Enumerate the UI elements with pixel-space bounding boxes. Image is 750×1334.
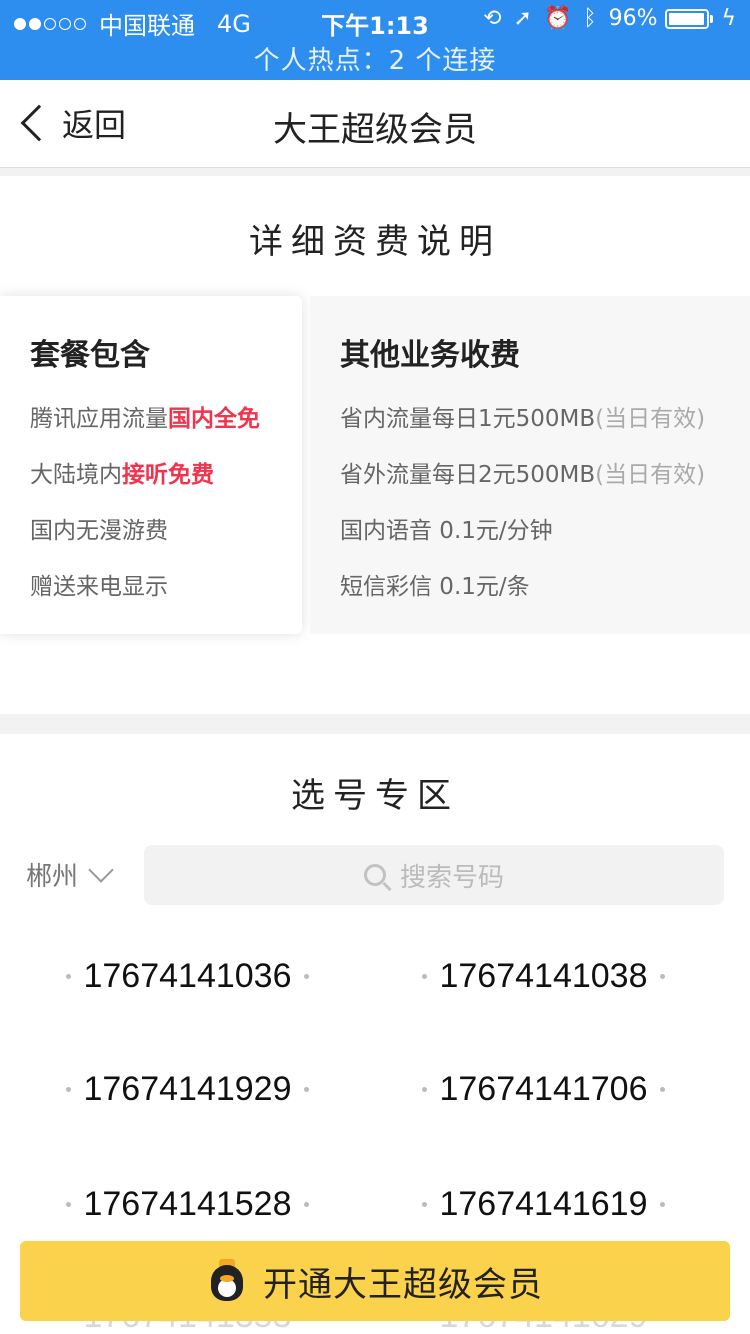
dot-icon — [422, 1086, 428, 1092]
charging-icon: ϟ — [721, 6, 736, 31]
dot-icon — [659, 1086, 665, 1092]
number-option[interactable]: 17674141929 — [0, 1059, 375, 1119]
battery-fill — [669, 12, 705, 25]
search-icon — [363, 864, 386, 886]
page-title: 大王超级会员 — [273, 110, 477, 150]
section-divider — [0, 168, 750, 176]
other-fee-item: 省内流量每日1元500MB(当日有效) — [340, 398, 750, 454]
chevron-down-icon — [88, 856, 114, 883]
other-fee-text: 省外流量每日2元500MB — [340, 462, 596, 488]
number-option[interactable]: 17674141528 — [0, 1174, 375, 1234]
number-option[interactable]: 17674141706 — [356, 1059, 731, 1119]
phone-number: 17674141038 — [439, 956, 648, 995]
pricing-title: 详细资费说明 — [249, 222, 501, 262]
other-fees-heading: 其他业务收费 — [340, 338, 520, 373]
open-membership-button[interactable]: 开通大王超级会员 — [20, 1241, 730, 1321]
other-fee-text: 短信彩信 0.1元/条 — [340, 574, 530, 600]
included-item-text: 腾讯应用流量 — [30, 406, 168, 432]
number-option[interactable]: 17674141036 — [0, 946, 375, 1006]
bluetooth-icon: ᛒ — [583, 6, 597, 31]
included-item-highlight: 国内全免 — [168, 406, 260, 432]
other-fee-note: (当日有效) — [595, 406, 706, 432]
city-selector[interactable]: 郴州 — [26, 856, 114, 893]
included-item-highlight: 接听免费 — [122, 462, 214, 488]
dot-icon — [303, 973, 309, 979]
status-row: 中国联通 4G 下午1:13 ⟲ ➚ ⏰ ᛒ 96% ϟ — [0, 4, 750, 40]
status-right: ⟲ ➚ ⏰ ᛒ 96% ϟ — [471, 6, 736, 31]
dot-icon — [66, 973, 72, 979]
dot-icon — [422, 973, 428, 979]
dot-icon — [303, 1201, 309, 1207]
phone-number: 17674141706 — [439, 1069, 648, 1108]
included-item: 赠送来电显示 — [30, 566, 302, 622]
number-option[interactable]: 17674141038 — [356, 946, 731, 1006]
rotation-lock-icon: ⟲ — [483, 6, 502, 31]
nav-bar: 返回 大王超级会员 — [0, 80, 750, 168]
included-item-text: 赠送来电显示 — [30, 574, 168, 600]
included-item: 大陆境内接听免费 — [30, 454, 302, 510]
included-item: 国内无漫游费 — [30, 510, 302, 566]
phone-number: 17674141036 — [83, 956, 292, 995]
dot-icon — [66, 1086, 72, 1092]
penguin-beak — [220, 1275, 234, 1282]
cta-label: 开通大王超级会员 — [263, 1264, 543, 1305]
other-fee-item: 短信彩信 0.1元/条 — [340, 566, 750, 622]
dot-icon — [422, 1201, 428, 1207]
qq-penguin-icon — [207, 1259, 247, 1303]
other-fee-text: 国内语音 0.1元/分钟 — [340, 518, 553, 544]
section-divider — [0, 714, 750, 734]
included-item-text: 国内无漫游费 — [30, 518, 168, 544]
alarm-icon: ⏰ — [543, 6, 572, 31]
included-card: 套餐包含 腾讯应用流量国内全免 大陆境内接听免费 国内无漫游费 赠送来电显示 — [0, 296, 302, 634]
dot-icon — [66, 1201, 72, 1207]
other-fee-text: 省内流量每日1元500MB — [340, 406, 596, 432]
battery-icon — [665, 8, 714, 29]
other-fees-card: 其他业务收费 省内流量每日1元500MB(当日有效) 省外流量每日2元500MB… — [310, 296, 750, 634]
included-item: 腾讯应用流量国内全免 — [30, 398, 302, 454]
search-placeholder: 搜索号码 — [399, 862, 504, 893]
dot-icon — [303, 1086, 309, 1092]
phone-number: 17674141528 — [83, 1184, 292, 1223]
location-arrow-icon: ➚ — [513, 6, 532, 31]
number-option[interactable]: 17674141619 — [356, 1174, 731, 1234]
status-bar: 中国联通 4G 下午1:13 ⟲ ➚ ⏰ ᛒ 96% ϟ 个人热点：2 个连接 — [0, 0, 750, 80]
dot-icon — [659, 973, 665, 979]
other-fee-item: 国内语音 0.1元/分钟 — [340, 510, 750, 566]
hotspot-banner[interactable]: 个人热点：2 个连接 — [0, 40, 750, 77]
included-heading: 套餐包含 — [30, 338, 150, 373]
phone-number: 17674141619 — [439, 1184, 648, 1223]
dot-icon — [659, 1201, 665, 1207]
battery-percent: 96% — [608, 6, 658, 31]
city-label: 郴州 — [26, 862, 79, 892]
picker-title: 选号专区 — [291, 776, 459, 816]
phone-number: 17674141929 — [83, 1069, 292, 1108]
other-fee-item: 省外流量每日2元500MB(当日有效) — [340, 454, 750, 510]
search-input[interactable]: 搜索号码 — [144, 845, 724, 905]
other-fee-note: (当日有效) — [595, 462, 706, 488]
included-item-text: 大陆境内 — [30, 462, 122, 488]
